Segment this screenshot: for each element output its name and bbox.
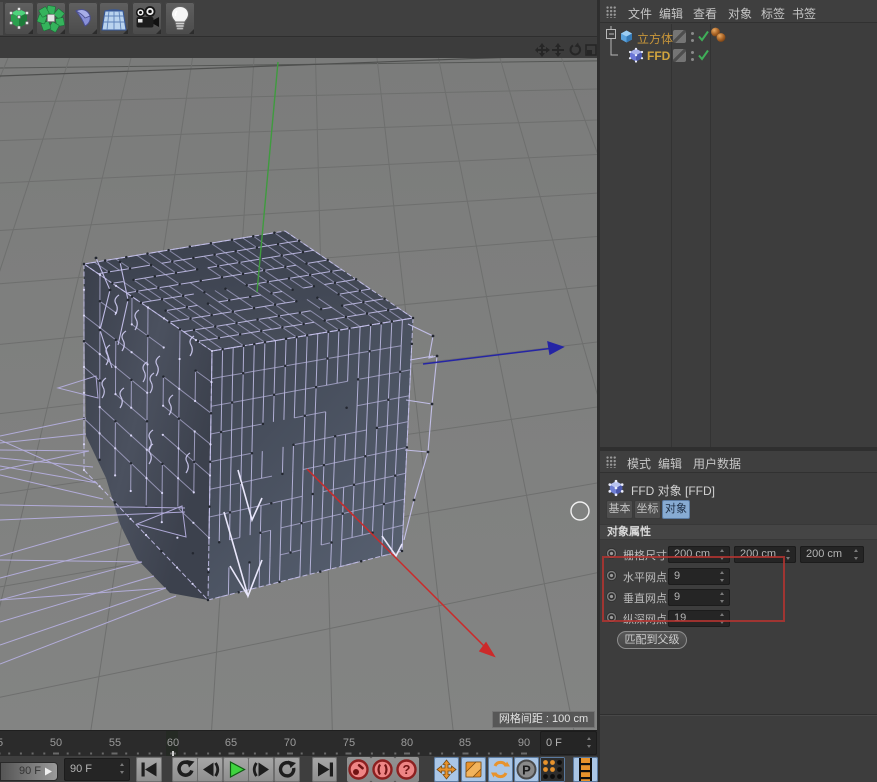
svg-text:?: ? <box>403 762 411 777</box>
svg-text:P: P <box>522 762 531 777</box>
